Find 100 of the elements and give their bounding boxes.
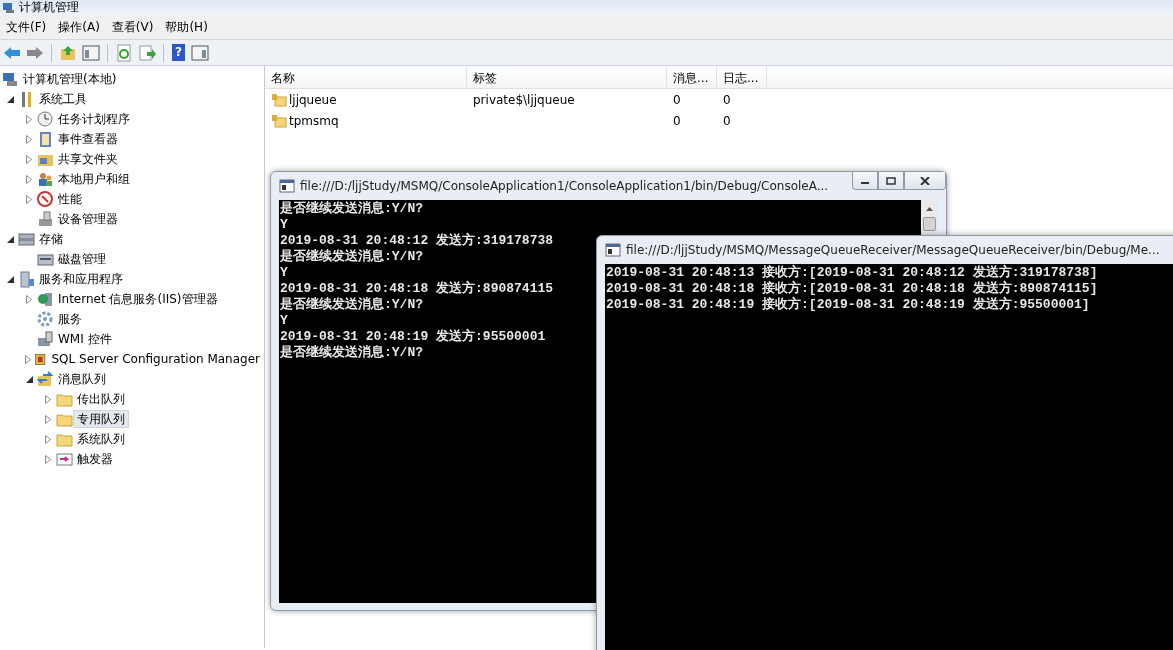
window-title: file:///D:/ljjStudy/MSMQ/ConsoleApplication1/ConsoleApplication1/bin/Debug/ConsoleA... [300,178,829,195]
tree-item[interactable]: 服务 [54,310,86,328]
table-cell-text: 0 [723,91,731,109]
collapsed-arrow-icon[interactable] [26,194,32,204]
server-icon [18,270,35,288]
collapsed-arrow-icon[interactable] [45,414,51,424]
clock-icon [37,110,54,128]
collapsed-arrow-icon[interactable] [24,354,31,364]
event-log-icon [37,130,54,148]
console-line: 是否继续发送消息:Y/N? [280,345,423,361]
collapsed-arrow-icon[interactable] [26,294,32,304]
tree-item[interactable]: SQL Server Configuration Manager [47,350,264,368]
console-line: 2019-08-31 20:48:13 接收方:[2019-08-31 20:48:12 发送方:319178738] [606,265,1098,280]
expanded-arrow-icon[interactable] [6,275,14,283]
close-icon [920,176,930,185]
storage-icon [18,230,35,248]
tree-item[interactable]: 计算机管理(本地) [19,70,121,88]
collapsed-arrow-icon[interactable] [45,454,51,464]
menu-item[interactable]: 文件(F) [0,19,53,35]
tree-item[interactable]: 共享文件夹 [54,150,122,168]
column-header[interactable]: 标签 [467,66,667,88]
tree-item[interactable]: 本地用户和组 [54,170,134,188]
console-icon [605,243,621,257]
users-icon [37,170,54,188]
collapsed-arrow-icon[interactable] [26,114,32,124]
console-line: Y [280,313,288,329]
console-line: 2019-08-31 20:48:19 发送方:95500001 [280,329,546,345]
trigger-icon [56,450,73,468]
tree-item[interactable]: 系统工具 [35,90,91,108]
expanded-arrow-icon[interactable] [25,375,33,383]
tree-item[interactable]: 任务计划程序 [54,110,134,128]
console-line: 2019-08-31 20:48:19 接收方:[2019-08-31 20:48:19 发送方:95500001] [606,297,1090,313]
wmi-control-icon [37,330,54,348]
device-manager-icon [37,210,54,228]
folder-up-icon [59,43,77,62]
toolbar-button[interactable] [81,42,101,63]
console-line: Y [280,265,288,281]
console-line: 是否继续发送消息:Y/N? [280,249,423,265]
computer-icon [2,1,16,14]
queue-icon [37,370,54,388]
tree-item[interactable]: 事件查看器 [54,130,122,148]
queue-folder-icon [271,92,287,107]
toolbar-button[interactable] [114,42,134,63]
table-cell-text: 0 [723,112,731,130]
console-line: Y [280,217,288,233]
table-cell-text: 0 [673,91,681,109]
globe-server-icon [37,290,54,308]
menu-item[interactable]: 帮助(H) [159,19,214,35]
expanded-arrow-icon[interactable] [6,235,14,243]
gear-icon [37,310,54,328]
restore-icon [886,176,896,185]
collapsed-arrow-icon[interactable] [45,434,51,444]
tree-item[interactable]: 服务和应用程序 [35,270,127,288]
table-cell-text: tpmsmq [289,112,339,130]
table-cell-text: ljjqueue [289,91,337,109]
tree-item[interactable]: 传出队列 [73,390,129,408]
column-header[interactable]: 消息... [667,66,717,88]
maximize-button[interactable] [878,172,904,190]
refresh-icon [115,43,133,62]
tree-item[interactable]: 消息队列 [54,370,110,388]
tree-item[interactable]: 磁盘管理 [54,250,110,268]
tree-pane-icon [82,43,100,62]
help-button[interactable]: ? [172,44,185,61]
column-header[interactable]: 名称 [265,66,467,88]
tree-item[interactable]: 专用队列 [73,410,129,428]
collapsed-arrow-icon[interactable] [26,174,32,184]
collapsed-arrow-icon[interactable] [45,394,51,404]
window-title: 计算机管理 [19,1,79,14]
console-icon [279,179,295,193]
console-line: 2019-08-31 20:48:18 接收方:[2019-08-31 20:48:18 发送方:890874115] [606,281,1098,296]
minimize-button[interactable] [852,172,878,190]
menu-item[interactable]: 查看(V) [105,19,160,35]
table-cell-text: private$\ljjqueue [473,91,575,109]
console-line: 是否继续发送消息:Y/N? [280,201,423,217]
console-line: 是否继续发送消息:Y/N? [280,297,423,313]
console-line: 2019-08-31 20:48:18 发送方:890874115 [280,281,554,297]
window-title: file:///D:/ljjStudy/MSMQ/MessageQueueReceiver/MessageQueueReceiver/bin/Debug/Me... [626,242,1160,259]
tree-item[interactable]: 设备管理器 [54,210,122,228]
tree-item[interactable]: 存储 [35,230,67,248]
column-header[interactable]: 日志... [717,66,767,88]
tree-item[interactable]: WMI 控件 [54,330,116,348]
computer-icon [2,70,19,88]
toolbar-button[interactable] [137,42,157,63]
tree-item[interactable]: 性能 [54,190,86,208]
toolbar-button[interactable] [190,42,210,63]
action-pane-icon [191,43,209,62]
scrollbar-thumb[interactable] [923,217,936,231]
tree-item[interactable]: Internet 信息服务(IIS)管理器 [54,290,222,308]
collapsed-arrow-icon[interactable] [26,134,32,144]
menu-item[interactable]: 操作(A) [52,19,106,35]
queue-folder-icon [271,113,287,128]
console-line: 2019-08-31 20:48:12 发送方:319178738 [280,233,554,249]
table-cell-text: 0 [673,112,681,130]
performance-icon [37,190,54,208]
tree-item[interactable]: 系统队列 [73,430,129,448]
expanded-arrow-icon[interactable] [6,95,14,103]
collapsed-arrow-icon[interactable] [26,154,32,164]
close-button[interactable] [904,172,946,190]
export-list-icon [138,43,156,62]
tree-item[interactable]: 触发器 [73,450,117,468]
